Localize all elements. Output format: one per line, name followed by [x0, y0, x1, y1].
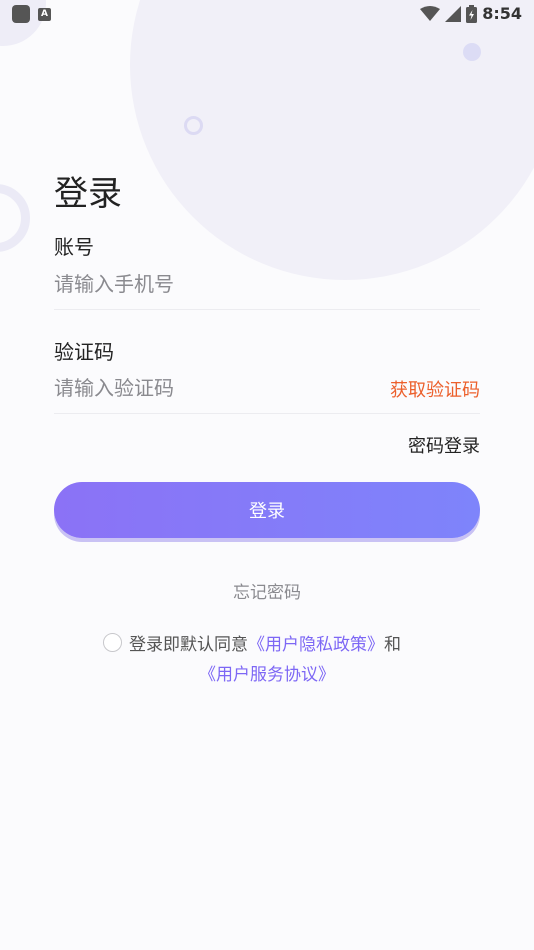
agreement-row: 登录即默认同意 《用户隐私政策》 和: [103, 630, 401, 655]
status-bar-notifications: A: [12, 5, 51, 23]
login-screen: A 8:54 登录 账号 验证码 获取验证码 密码登录 登录 忘记密码: [0, 0, 534, 950]
agreement-row-2: 《用户服务协议》: [0, 660, 534, 685]
decorative-ring: [184, 116, 203, 135]
notification-app-icon: [12, 5, 30, 23]
status-bar-system: 8:54: [420, 4, 522, 23]
status-time: 8:54: [482, 4, 522, 23]
service-agreement-link[interactable]: 《用户服务协议》: [199, 665, 335, 685]
page-title: 登录: [54, 174, 122, 214]
notification-a-icon: A: [38, 7, 51, 21]
status-bar: A 8:54: [0, 0, 534, 28]
code-label: 验证码: [54, 340, 114, 364]
forgot-password-link[interactable]: 忘记密码: [0, 578, 534, 603]
battery-icon: [466, 4, 478, 23]
decorative-ring: [0, 184, 30, 252]
get-code-button[interactable]: 获取验证码: [390, 376, 480, 402]
phone-input[interactable]: [54, 258, 480, 310]
code-input-divider: [54, 413, 480, 414]
login-button[interactable]: 登录: [54, 482, 480, 538]
password-login-link[interactable]: 密码登录: [408, 432, 480, 458]
decorative-circle: [130, 0, 534, 280]
signal-icon: [445, 5, 462, 22]
agreement-checkbox[interactable]: [103, 633, 122, 652]
privacy-policy-link[interactable]: 《用户隐私政策》: [248, 630, 384, 655]
decorative-dot: [463, 43, 481, 61]
verification-code-input[interactable]: [54, 362, 354, 414]
agreement-and: 和: [384, 635, 401, 655]
agreement-prefix: 登录即默认同意: [129, 635, 248, 655]
wifi-icon: [420, 5, 441, 21]
account-label: 账号: [54, 235, 94, 259]
